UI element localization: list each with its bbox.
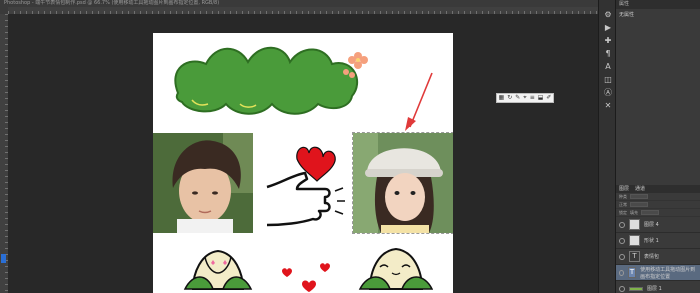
character-icon[interactable]: A [599, 60, 617, 73]
align-icon[interactable]: ▦ [499, 94, 505, 102]
document-title: Photoshop - 端午节表情包制作.psd @ 66.7% (使用移动工具… [4, 0, 220, 6]
right-panels: 属性 无属性 图层 通道 种类 正常 锁定 填充 图层 4 形状 1 T 表情包… [616, 0, 700, 293]
red-arrow-annotation [405, 72, 433, 131]
visibility-eye-icon[interactable] [619, 269, 624, 276]
character-style-icon[interactable]: Ⓐ [599, 86, 617, 99]
tools-icon[interactable]: ✕ [599, 99, 617, 112]
vertical-ruler[interactable] [0, 14, 8, 293]
visibility-eye-icon[interactable] [619, 221, 625, 228]
rotate-icon[interactable]: ↻ [507, 94, 512, 102]
layer-name: 图层 4 [644, 222, 659, 228]
layer-thumbnail [629, 219, 640, 230]
pen-icon[interactable]: ✐ [546, 94, 551, 102]
visibility-eye-icon[interactable] [619, 237, 625, 244]
play-icon[interactable]: ▶ [599, 21, 617, 34]
tab-channels[interactable]: 通道 [635, 185, 645, 193]
layer-row[interactable]: 形状 1 [616, 233, 700, 249]
fill-label: 填充 [630, 209, 638, 215]
layers-panel-tabs: 图层 通道 [616, 185, 700, 193]
zongzi-sticker-right[interactable] [358, 243, 433, 293]
opacity-field[interactable] [630, 202, 648, 207]
fill-field[interactable] [641, 210, 659, 215]
layer-icon[interactable]: ⬓ [538, 94, 544, 102]
filter-kind-label: 种类 [619, 193, 627, 199]
floating-mini-toolbar: ▦ ↻ ✎ ⌖ ≡ ⬓ ✐ [496, 93, 554, 103]
target-icon[interactable]: ⌖ [523, 94, 526, 102]
layer-row[interactable]: T 表情包 [616, 249, 700, 265]
green-cloud-sticker[interactable] [168, 38, 368, 118]
layer-name: 形状 1 [644, 238, 659, 244]
girl-photo[interactable] [352, 132, 453, 234]
lock-row: 锁定 填充 [616, 209, 700, 217]
blend-mode-row: 正常 [616, 201, 700, 209]
paragraph-icon[interactable]: ¶ [599, 47, 617, 60]
layer-row[interactable]: 图层 4 [616, 217, 700, 233]
crosshair-icon[interactable]: ✚ [599, 34, 617, 47]
tab-layers[interactable]: 图层 [619, 185, 629, 193]
properties-panel-body [616, 20, 700, 185]
boy-photo[interactable] [153, 133, 253, 233]
ruler-position-marker [1, 254, 6, 263]
menu-icon[interactable]: ≡ [530, 94, 535, 102]
settings-icon[interactable]: ⚙ [599, 8, 617, 21]
blend-mode-select[interactable]: 正常 [619, 202, 627, 208]
panel-icon-strip: ⚙ ▶ ✚ ¶ A ◫ Ⓐ ✕ [598, 0, 616, 293]
text-layer-thumbnail: T [629, 251, 640, 262]
small-hearts [282, 263, 330, 292]
layer-thumbnail [629, 235, 640, 246]
horizontal-ruler[interactable] [8, 7, 598, 14]
visibility-eye-icon[interactable] [619, 285, 625, 292]
layer-row[interactable]: 图层 1 [616, 281, 700, 293]
canvas-area[interactable] [8, 14, 598, 293]
properties-status: 无属性 [619, 12, 635, 18]
properties-panel-header[interactable]: 属性 [616, 0, 700, 9]
layer-thumbnail [629, 286, 643, 291]
document-title-bar: Photoshop - 端午节表情包制作.psd @ 66.7% (使用移动工具… [0, 0, 598, 7]
layer-filter-row: 种类 [616, 193, 700, 201]
layer-row-selected[interactable]: T 使用移动工具拖动图片到画布指定位置 [616, 265, 700, 281]
lock-label: 锁定 [619, 209, 627, 215]
glyph-icon[interactable]: ◫ [599, 73, 617, 86]
layer-name: 表情包 [644, 254, 660, 260]
ruler-corner [0, 7, 8, 14]
layer-name: 图层 1 [647, 286, 662, 292]
layer-name: 使用移动工具拖动图片到画布指定位置 [640, 266, 696, 280]
filter-kind-select[interactable] [630, 194, 648, 199]
zongzi-sticker-left[interactable] [183, 243, 253, 293]
photoshop-window: Photoshop - 端午节表情包制作.psd @ 66.7% (使用移动工具… [0, 0, 700, 293]
visibility-eye-icon[interactable] [619, 253, 625, 260]
finger-heart-sticker[interactable] [253, 133, 353, 233]
text-layer-thumbnail: T [627, 267, 637, 278]
brush-icon[interactable]: ✎ [515, 94, 520, 102]
